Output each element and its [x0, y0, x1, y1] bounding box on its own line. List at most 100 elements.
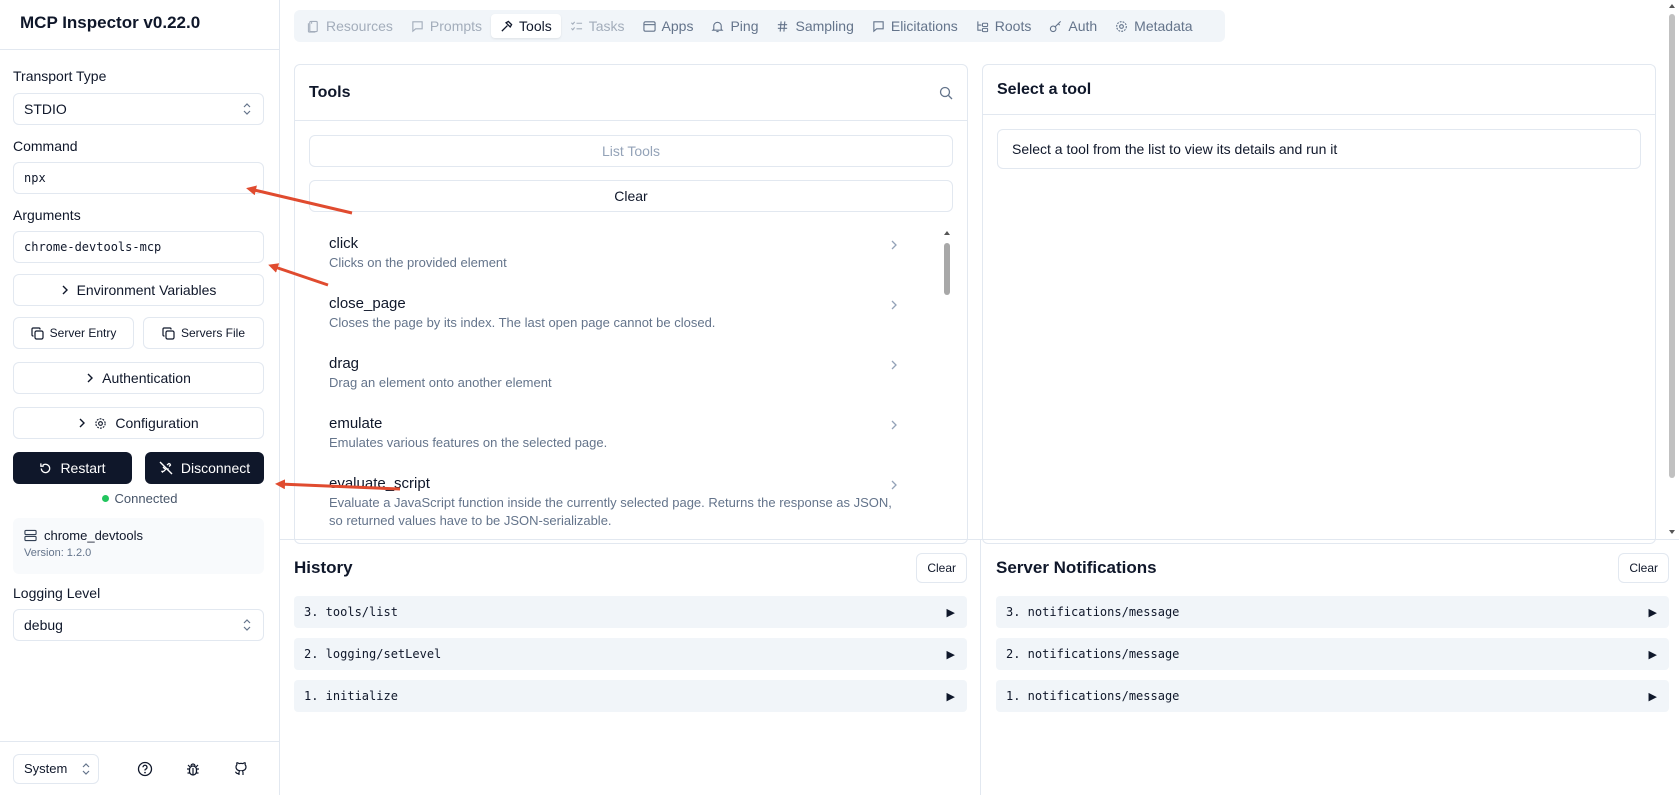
tab-tasks[interactable]: Tasks: [561, 14, 634, 38]
copy-icon: [31, 326, 44, 340]
clear-notifications-button[interactable]: Clear: [1618, 553, 1669, 583]
tab-prompts[interactable]: Prompts: [402, 14, 491, 38]
server-entry-label: Server Entry: [49, 326, 117, 340]
entry-label: 2. notifications/message: [1006, 647, 1180, 661]
github-icon[interactable]: [233, 761, 249, 777]
tool-item[interactable]: evaluate_script Evaluate a JavaScript fun…: [308, 467, 928, 543]
clear-history-button[interactable]: Clear: [916, 553, 967, 583]
sidebar-header: MCP Inspector v0.22.0: [0, 0, 279, 50]
server-icon: [24, 529, 37, 542]
key-icon: [1050, 20, 1062, 32]
disconnect-label: Disconnect: [180, 460, 251, 476]
expand-triangle-icon: ▶: [1648, 605, 1657, 619]
tab-label: Ping: [730, 18, 759, 34]
restart-button[interactable]: Restart: [13, 452, 132, 484]
servers-file-button[interactable]: Servers File: [143, 317, 264, 349]
server-name: chrome_devtools: [44, 528, 143, 543]
server-info-card: chrome_devtools Version: 1.2.0: [13, 518, 264, 574]
gear-icon: [95, 417, 107, 429]
tab-sampling[interactable]: Sampling: [767, 14, 862, 38]
tool-item[interactable]: click Clicks on the provided element: [308, 227, 928, 287]
connection-status-label: Connected: [114, 491, 178, 506]
disconnect-button[interactable]: Disconnect: [145, 452, 264, 484]
sidebar: MCP Inspector v0.22.0 Transport Type STD…: [0, 0, 280, 795]
scroll-up-icon[interactable]: [942, 229, 952, 237]
tab-ping[interactable]: Ping: [702, 14, 767, 38]
history-entry[interactable]: 3. tools/list ▶: [294, 596, 967, 628]
scroll-up-icon[interactable]: [1667, 2, 1677, 10]
tool-details-panel: Select a tool Select a tool from the lis…: [982, 64, 1656, 544]
tool-description: Emulates various features on the selecte…: [329, 435, 608, 450]
chevron-right-icon: [891, 300, 897, 310]
chevron-right-icon: [891, 420, 897, 430]
chevrons-up-down-icon: [243, 103, 251, 115]
transport-type-label: Transport Type: [13, 68, 107, 84]
theme-select[interactable]: System: [13, 753, 99, 784]
tab-metadata[interactable]: Metadata: [1106, 14, 1201, 38]
notification-entry[interactable]: 3. notifications/message ▶: [996, 596, 1669, 628]
search-icon[interactable]: [939, 86, 953, 100]
list-tools-button[interactable]: List Tools: [309, 135, 953, 167]
bug-icon[interactable]: [185, 761, 201, 777]
tab-label: Roots: [994, 18, 1032, 34]
tab-label: Apps: [661, 18, 694, 34]
environment-variables-button[interactable]: Environment Variables: [13, 274, 264, 306]
tool-name: evaluate_script: [329, 475, 430, 492]
status-dot: [101, 495, 109, 502]
rotate-ccw-icon: [40, 462, 51, 473]
entry-label: 1. initialize: [304, 689, 398, 703]
tab-label: Metadata: [1134, 18, 1193, 34]
connection-status: Connected: [13, 491, 266, 509]
notification-entry[interactable]: 2. notifications/message ▶: [996, 638, 1669, 670]
authentication-button[interactable]: Authentication: [13, 362, 264, 394]
tool-item[interactable]: drag Drag an element onto another element: [308, 347, 928, 407]
arguments-input[interactable]: chrome-devtools-mcp: [13, 231, 264, 263]
history-panel: History Clear 3. tools/list ▶ 2. logging/s…: [294, 553, 967, 712]
configuration-button[interactable]: Configuration: [13, 407, 264, 439]
message-icon: [412, 20, 423, 32]
command-input[interactable]: npx: [13, 162, 264, 194]
command-label: Command: [13, 138, 78, 154]
page-scroll-thumb[interactable]: [1669, 14, 1675, 478]
bottom-divider: [980, 540, 981, 795]
notification-entry[interactable]: 1. notifications/message ▶: [996, 680, 1669, 712]
scroll-down-icon[interactable]: [1667, 528, 1677, 536]
tab-label: Elicitations: [890, 18, 958, 34]
logging-level-select[interactable]: debug: [13, 609, 264, 641]
tool-list-scrollbar[interactable]: [942, 227, 952, 544]
restart-label: Restart: [60, 460, 106, 476]
chevron-right-icon: [62, 285, 68, 295]
unplug-icon: [159, 461, 173, 475]
tool-details-title: Select a tool: [997, 80, 1092, 98]
tool-item[interactable]: emulate Emulates various features on the …: [308, 407, 928, 467]
expand-triangle-icon: ▶: [946, 647, 955, 661]
history-entry[interactable]: 2. logging/setLevel ▶: [294, 638, 967, 670]
scroll-thumb[interactable]: [944, 243, 950, 295]
tab-elicitations[interactable]: Elicitations: [863, 14, 967, 38]
chevrons-up-down-icon: [82, 762, 90, 775]
server-version: Version: 1.2.0: [24, 547, 92, 559]
list-checks-icon: [570, 21, 582, 31]
tab-resources[interactable]: Resources: [298, 14, 402, 38]
app-window-icon: [642, 20, 656, 32]
transport-type-select[interactable]: STDIO: [13, 93, 264, 125]
tab-apps[interactable]: Apps: [634, 14, 703, 38]
chevron-right-icon: [891, 480, 897, 490]
tab-roots[interactable]: Roots: [967, 14, 1041, 38]
environment-variables-label: Environment Variables: [76, 282, 217, 298]
chevron-right-icon: [891, 360, 897, 370]
tab-auth[interactable]: Auth: [1040, 14, 1106, 38]
help-circle-icon[interactable]: [137, 761, 153, 777]
tab-tools[interactable]: Tools: [491, 14, 561, 38]
tab-label: Resources: [326, 18, 393, 34]
history-entry[interactable]: 1. initialize ▶: [294, 680, 967, 712]
tab-label: Prompts: [429, 18, 483, 34]
clear-tools-button[interactable]: Clear: [309, 180, 953, 212]
tool-description: Evaluate a JavaScript function inside th…: [329, 495, 892, 528]
page-scrollbar[interactable]: [1665, 0, 1679, 539]
server-entry-button[interactable]: Server Entry: [13, 317, 134, 349]
chevron-right-icon: [891, 240, 897, 250]
authentication-label: Authentication: [102, 370, 191, 386]
main-tabs: Resources Prompts Tools Tasks Apps Ping Sampli…: [294, 10, 1225, 42]
tool-item[interactable]: close_page Closes the page by its index. …: [308, 287, 928, 347]
